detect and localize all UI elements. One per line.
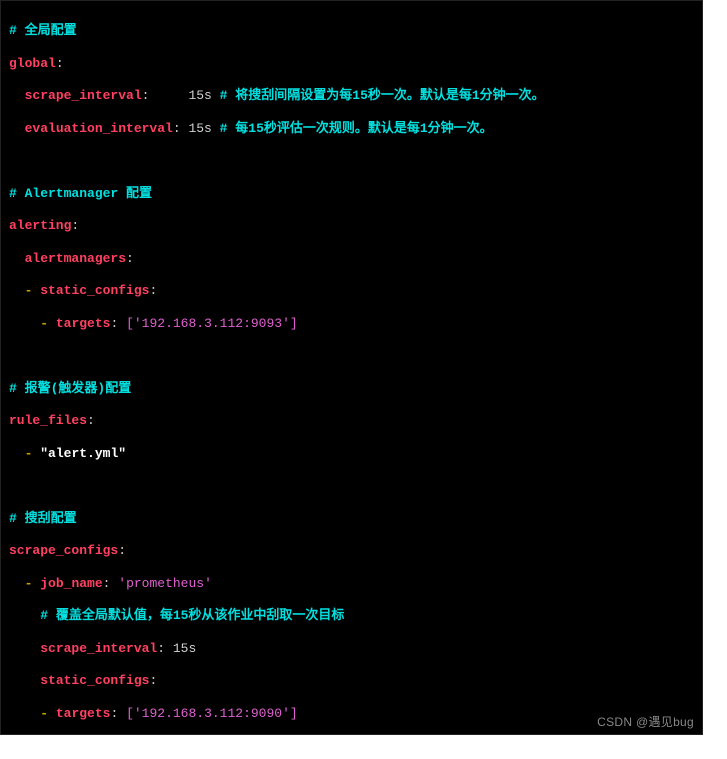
watermark-text: CSDN @遇见bug	[597, 715, 694, 730]
blank-line	[9, 478, 694, 494]
comment: # 报警(触发器)配置	[9, 381, 131, 396]
yaml-key: scrape_interval	[40, 641, 157, 656]
yaml-value: 15s	[173, 641, 196, 656]
yaml-line: # Alertmanager 配置	[9, 186, 694, 202]
yaml-line: static_configs:	[9, 673, 694, 689]
yaml-line: # 覆盖全局默认值，每15秒从该作业中刮取一次目标	[9, 608, 694, 624]
comment: # 将搜刮间隔设置为每15秒一次。默认是每1分钟一次。	[220, 88, 545, 103]
yaml-key: job_name	[40, 576, 102, 591]
yaml-key: rule_files	[9, 413, 87, 428]
yaml-line: rule_files:	[9, 413, 694, 429]
yaml-line: - job_name: 'prometheus'	[9, 576, 694, 592]
comment: # 搜刮配置	[9, 511, 77, 526]
yaml-value: 'prometheus'	[118, 576, 212, 591]
yaml-line: alerting:	[9, 218, 694, 234]
yaml-line: # 搜刮配置	[9, 511, 694, 527]
yaml-key: static_configs	[40, 673, 149, 688]
yaml-value: 15s	[188, 121, 211, 136]
terminal-view[interactable]: # 全局配置 global: scrape_interval: 15s # 将搜…	[0, 0, 703, 735]
comment: # 每15秒评估一次规则。默认是每1分钟一次。	[220, 121, 493, 136]
yaml-line: # 全局配置	[9, 23, 694, 39]
yaml-line: - static_configs:	[9, 283, 694, 299]
yaml-key: targets	[56, 706, 111, 721]
yaml-line: scrape_configs:	[9, 543, 694, 559]
yaml-value: ['192.168.3.112:9090']	[126, 706, 298, 721]
yaml-line: global:	[9, 56, 694, 72]
yaml-line: scrape_interval: 15s	[9, 641, 694, 657]
yaml-value: ['192.168.3.112:9093']	[126, 316, 298, 331]
blank-line	[9, 348, 694, 364]
yaml-key: alertmanagers	[25, 251, 126, 266]
yaml-line: alertmanagers:	[9, 251, 694, 267]
comment: # 全局配置	[9, 23, 77, 38]
yaml-key: targets	[56, 316, 111, 331]
yaml-line: - "alert.yml"	[9, 446, 694, 462]
yaml-key: static_configs	[40, 283, 149, 298]
yaml-key: evaluation_interval	[25, 121, 173, 136]
yaml-line: - targets: ['192.168.3.112:9093']	[9, 316, 694, 332]
yaml-value: 15s	[188, 88, 211, 103]
comment: # 覆盖全局默认值，每15秒从该作业中刮取一次目标	[40, 608, 344, 623]
yaml-value: "alert.yml"	[40, 446, 126, 461]
yaml-key: scrape_configs	[9, 543, 118, 558]
comment: # Alertmanager 配置	[9, 186, 152, 201]
yaml-key: scrape_interval	[25, 88, 142, 103]
blank-line	[9, 153, 694, 169]
yaml-line: evaluation_interval: 15s # 每15秒评估一次规则。默认…	[9, 121, 694, 137]
yaml-key: alerting	[9, 218, 71, 233]
yaml-line: - targets: ['192.168.3.112:9090']	[9, 706, 694, 722]
yaml-line: scrape_interval: 15s # 将搜刮间隔设置为每15秒一次。默认…	[9, 88, 694, 104]
yaml-key: global	[9, 56, 56, 71]
yaml-line: # 报警(触发器)配置	[9, 381, 694, 397]
